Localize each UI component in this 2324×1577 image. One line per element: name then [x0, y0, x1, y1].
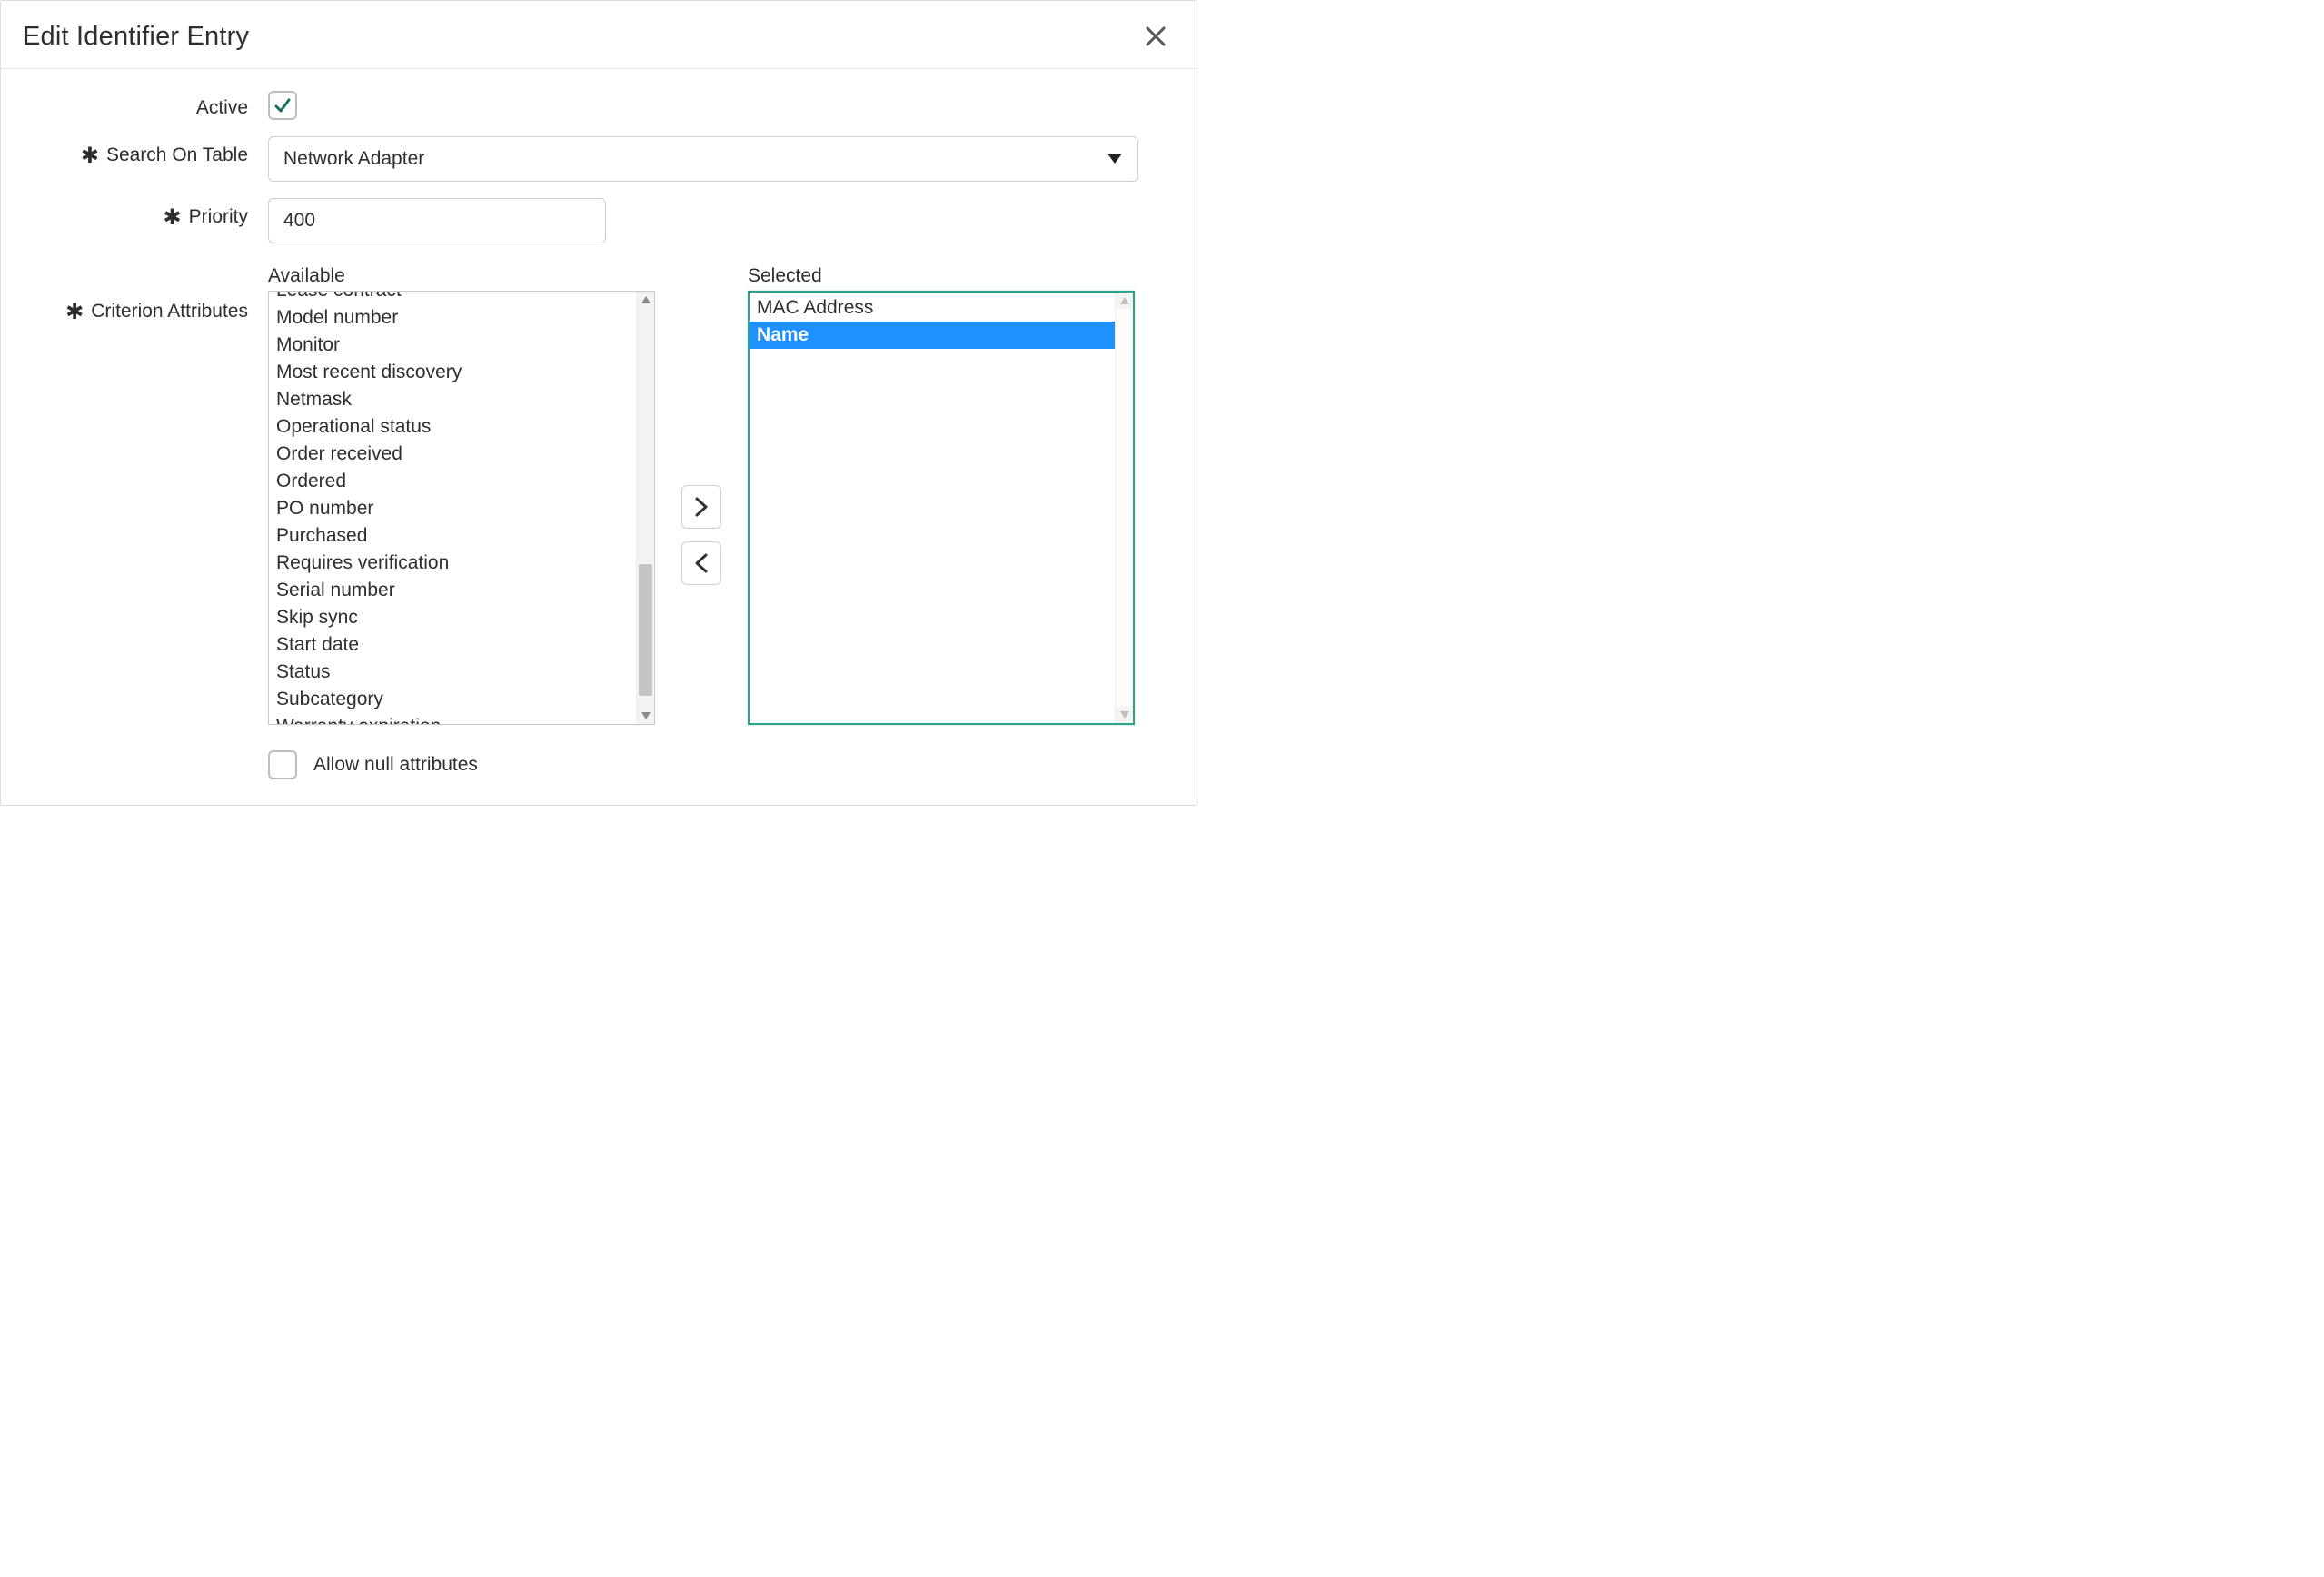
list-item[interactable]: Serial number [274, 577, 636, 604]
list-item[interactable]: Status [274, 659, 636, 686]
priority-label: Priority [189, 205, 248, 228]
row-active: Active [23, 89, 1175, 120]
close-icon [1146, 26, 1166, 46]
selected-listbox[interactable]: MAC AddressName [748, 291, 1135, 725]
required-asterisk-icon: ✱ [81, 145, 99, 167]
required-asterisk-icon: ✱ [164, 207, 182, 229]
active-label: Active [196, 96, 248, 119]
list-item[interactable]: Start date [274, 631, 636, 659]
allow-null-label: Allow null attributes [313, 754, 478, 776]
move-left-button[interactable] [681, 541, 721, 585]
list-item[interactable]: Most recent discovery [274, 359, 636, 386]
dialog-body: Active ✱ Search On Table [1, 69, 1197, 805]
selected-list: MAC AddressName [750, 293, 1115, 723]
search-on-table-select[interactable]: Network Adapter [268, 136, 1138, 182]
list-item[interactable]: Lease contract [274, 292, 636, 304]
row-allow-null: Allow null attributes [268, 750, 655, 779]
active-checkbox[interactable] [268, 91, 297, 120]
scroll-track[interactable] [1116, 309, 1133, 707]
list-item[interactable]: Subcategory [274, 686, 636, 713]
move-buttons-column [655, 291, 748, 779]
list-item[interactable]: Warranty expiration [274, 713, 636, 724]
row-priority: ✱ Priority [23, 198, 1175, 243]
slush-header-row: Available Selected [23, 265, 1175, 291]
available-list: Lease contractModel numberMonitorMost re… [274, 292, 636, 724]
list-item[interactable]: Monitor [274, 332, 636, 359]
list-item[interactable]: Ordered [274, 468, 636, 495]
scroll-track[interactable] [637, 308, 654, 708]
selected-scrollbar[interactable] [1115, 293, 1133, 723]
move-right-button[interactable] [681, 485, 721, 529]
available-scrollbar[interactable] [636, 292, 654, 724]
list-item[interactable]: Netmask [274, 386, 636, 413]
list-item[interactable]: Requires verification [274, 550, 636, 577]
available-listbox[interactable]: Lease contractModel numberMonitorMost re… [268, 291, 655, 725]
row-search-on-table: ✱ Search On Table Network Adapter [23, 136, 1175, 182]
list-item[interactable]: Model number [274, 304, 636, 332]
selected-column-label: Selected [748, 265, 1135, 287]
scroll-up-icon[interactable] [637, 292, 654, 308]
dialog-title: Edit Identifier Entry [23, 22, 249, 52]
criterion-attributes-label: Criterion Attributes [91, 300, 248, 322]
allow-null-checkbox[interactable] [268, 750, 297, 779]
list-item[interactable]: Operational status [274, 413, 636, 441]
list-item[interactable]: MAC Address [755, 294, 1115, 322]
chevron-left-icon [695, 553, 708, 573]
list-item[interactable]: Order received [274, 441, 636, 468]
available-column-label: Available [268, 265, 655, 287]
dialog-header: Edit Identifier Entry [1, 1, 1197, 69]
search-on-table-value: Network Adapter [283, 148, 424, 170]
check-icon [273, 96, 292, 114]
scroll-up-icon[interactable] [1116, 293, 1133, 309]
priority-input[interactable] [268, 198, 606, 243]
edit-identifier-dialog: Edit Identifier Entry Active [0, 0, 1197, 806]
list-item[interactable]: Name [750, 322, 1115, 349]
dialog-close-button[interactable] [1140, 21, 1171, 52]
chevron-right-icon [695, 497, 708, 517]
search-on-table-label: Search On Table [106, 144, 248, 166]
required-asterisk-icon: ✱ [65, 302, 84, 323]
list-item[interactable]: PO number [274, 495, 636, 522]
scroll-down-icon[interactable] [637, 708, 654, 724]
scroll-down-icon[interactable] [1116, 707, 1133, 723]
scroll-thumb[interactable] [639, 564, 652, 696]
list-item[interactable]: Skip sync [274, 604, 636, 631]
list-item[interactable]: Purchased [274, 522, 636, 550]
row-criterion-attributes: ✱ Criterion Attributes Lease contractMod… [23, 291, 1175, 779]
